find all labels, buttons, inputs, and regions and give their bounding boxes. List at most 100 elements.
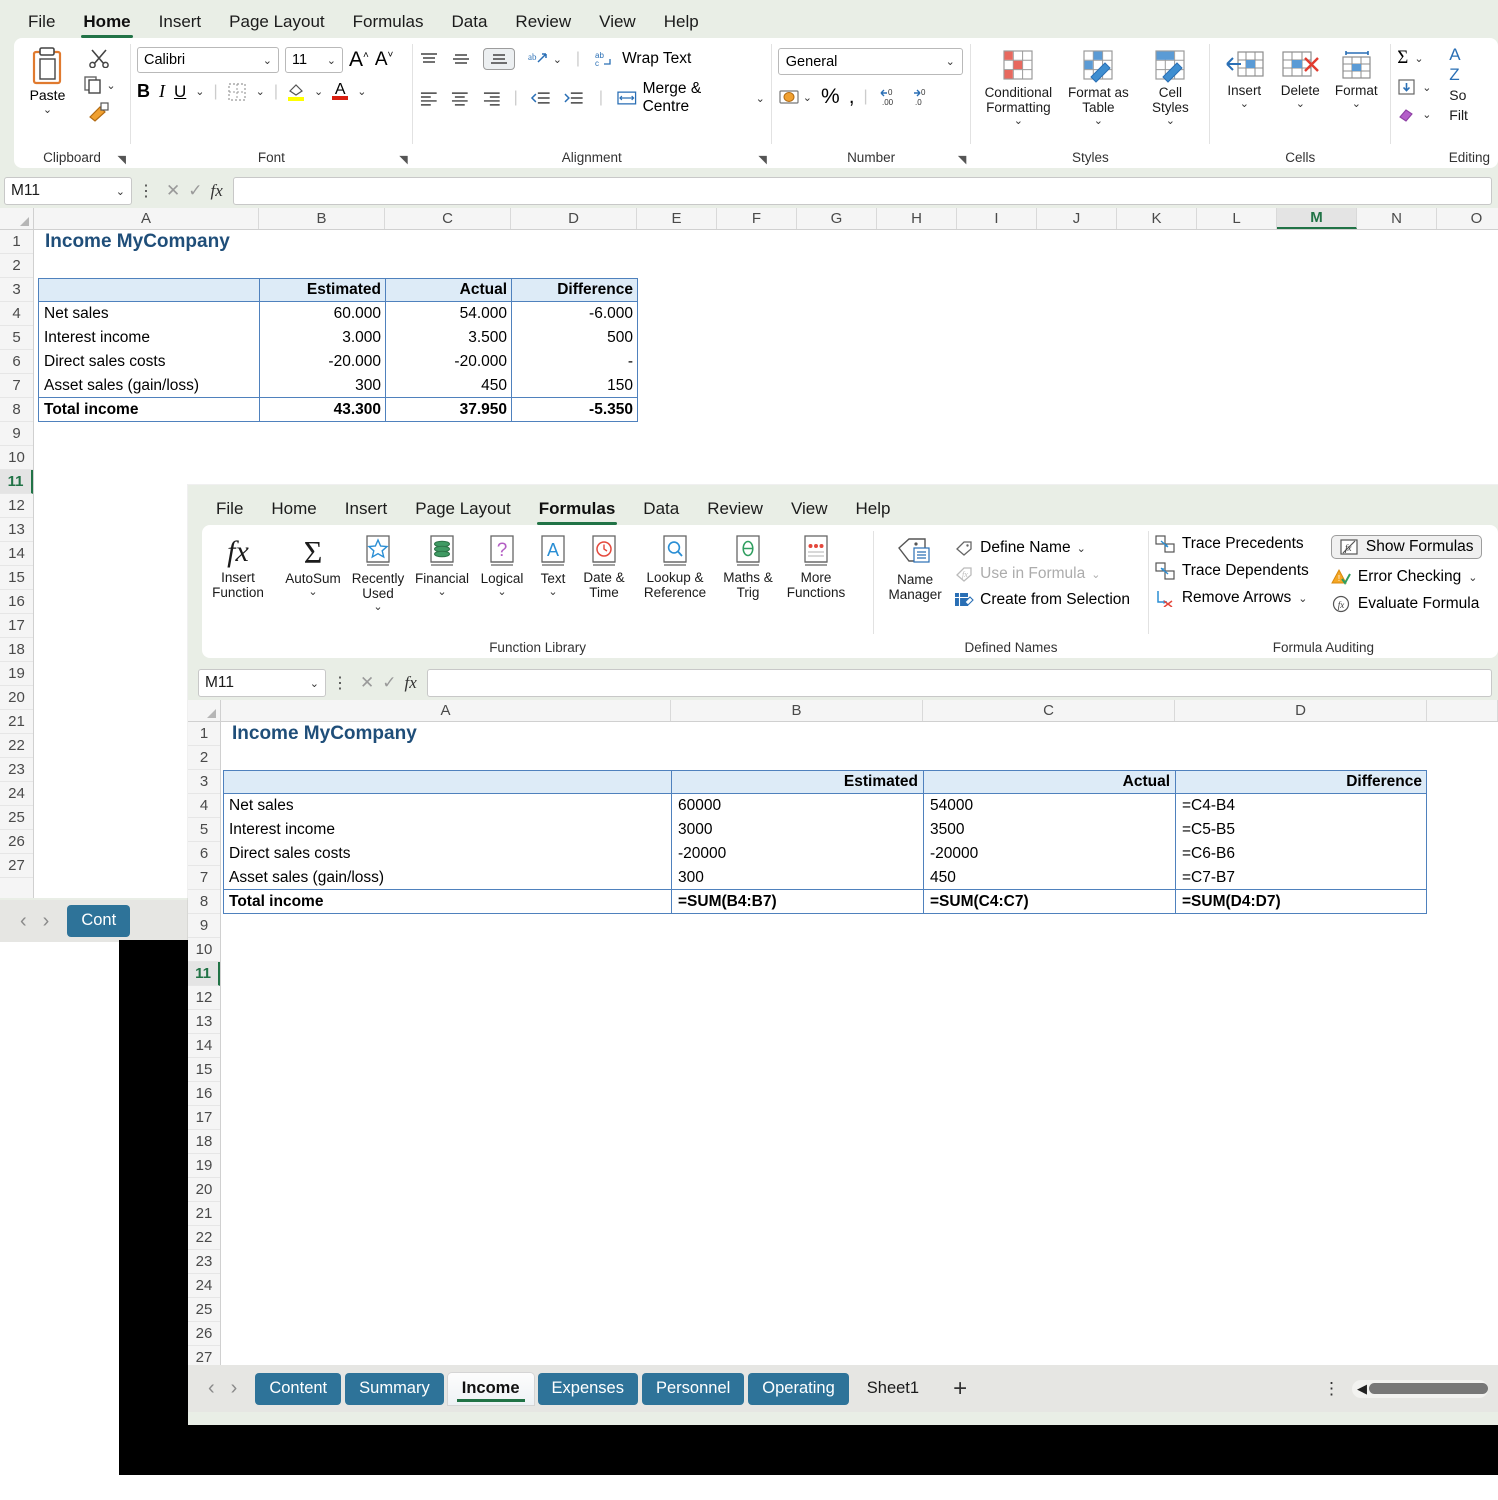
cell-C6[interactable]: -20.000 <box>386 350 512 374</box>
tab2-insert[interactable]: Insert <box>331 494 402 525</box>
sheet-tab-summary[interactable]: Summary <box>345 1372 444 1405</box>
formula-bar-more-icon[interactable]: ⋮ <box>136 181 156 201</box>
row-header-21[interactable]: 21 <box>188 1202 220 1226</box>
underline-button[interactable]: U <box>174 82 186 102</box>
formula-input-1[interactable] <box>232 177 1492 205</box>
tab2-home[interactable]: Home <box>257 494 330 525</box>
row-header-1[interactable]: 1 <box>188 722 220 746</box>
merge-chevron-down-icon[interactable]: ⌄ <box>756 92 765 105</box>
trace-dependents-button[interactable]: Trace Dependents <box>1155 562 1327 580</box>
col-header-N[interactable]: N <box>1357 208 1437 229</box>
wrap-text-button[interactable]: ab c Wrap Text <box>594 50 691 68</box>
shrink-font-icon[interactable]: A˅ <box>375 49 394 71</box>
row-header-16[interactable]: 16 <box>0 590 33 614</box>
chevron-down-icon[interactable]: ⌄ <box>946 55 955 68</box>
cell-B4[interactable]: 60.000 <box>260 302 386 326</box>
col-header-E[interactable]: E <box>637 208 717 229</box>
define-name-chevron-down-icon[interactable]: ⌄ <box>1077 542 1086 555</box>
insert-chevron-down-icon[interactable]: ⌄ <box>1240 98 1249 110</box>
horizontal-scrollbar[interactable]: ◀ <box>1352 1379 1488 1398</box>
tab2-file[interactable]: File <box>202 494 257 525</box>
percent-icon[interactable]: % <box>821 85 840 109</box>
cell-D3[interactable]: Difference <box>512 278 638 302</box>
col-header-F[interactable]: F <box>717 208 797 229</box>
row-header-2[interactable]: 2 <box>0 254 33 278</box>
cut-icon[interactable] <box>88 48 110 68</box>
cell-A6[interactable]: Direct sales costs <box>39 350 260 374</box>
name-box-1[interactable]: M11 ⌄ <box>4 177 132 205</box>
row-header-26[interactable]: 26 <box>0 830 33 854</box>
col-header-I[interactable]: I <box>957 208 1037 229</box>
cell-A1[interactable]: Income MyCompany <box>40 230 360 254</box>
tab2-help[interactable]: Help <box>842 494 905 525</box>
row-header-16[interactable]: 16 <box>188 1082 220 1106</box>
row-header-19[interactable]: 19 <box>188 1154 220 1178</box>
cell2-B3[interactable]: Estimated <box>671 770 923 794</box>
cell-C7[interactable]: 450 <box>386 374 512 398</box>
orientation-icon[interactable]: ab ⌄ <box>527 50 562 68</box>
align-bottom-icon[interactable] <box>482 48 515 70</box>
cell2-A4[interactable]: Net sales <box>224 794 671 818</box>
number-dialog-launcher-icon[interactable]: ◥ <box>958 153 966 166</box>
row-header-5[interactable]: 5 <box>188 818 220 842</box>
tab-overflow-icon[interactable]: ⋮ <box>1323 1379 1348 1399</box>
borders-chevron-down-icon[interactable]: ⌄ <box>256 85 265 98</box>
font-size-combobox[interactable]: 11 ⌄ <box>284 47 343 73</box>
delete-cells-button[interactable]: Delete ⌄ <box>1272 45 1328 114</box>
cancel-icon[interactable]: ✕ <box>166 181 180 201</box>
align-right-icon[interactable] <box>482 90 502 106</box>
define-name-button[interactable]: Define Name ⌄ <box>954 539 1130 557</box>
chevron-down-icon[interactable]: ⌄ <box>263 54 272 67</box>
row-header-24[interactable]: 24 <box>188 1274 220 1298</box>
text-button[interactable]: A Text ⌄ <box>531 531 575 602</box>
tab2-formulas[interactable]: Formulas <box>525 494 630 525</box>
autosum-chevron-down-icon[interactable]: ⌄ <box>308 586 317 598</box>
row-header-14[interactable]: 14 <box>0 542 33 566</box>
cell2-B5[interactable]: 3000 <box>673 818 923 842</box>
sheet-tab-income[interactable]: Income <box>447 1372 534 1405</box>
col2-header-A[interactable]: A <box>221 700 671 721</box>
recently-used-button[interactable]: Recently Used ⌄ <box>345 531 411 618</box>
row-header-1[interactable]: 1 <box>0 230 33 254</box>
financial-chevron-down-icon[interactable]: ⌄ <box>437 586 446 598</box>
sheet-tab-personnel[interactable]: Personnel <box>641 1372 745 1405</box>
conditional-formatting-chevron-down-icon[interactable]: ⌄ <box>1014 115 1023 127</box>
remove-arrows-button[interactable]: Remove Arrows ⌄ <box>1155 589 1327 607</box>
format-as-table-chevron-down-icon[interactable]: ⌄ <box>1094 115 1103 127</box>
row-header-15[interactable]: 15 <box>188 1058 220 1082</box>
sheet-nav-arrows-1[interactable]: ‹ › <box>6 910 63 933</box>
font-name-combobox[interactable]: Calibri ⌄ <box>136 47 279 73</box>
row-header-21[interactable]: 21 <box>0 710 33 734</box>
font-color-icon[interactable]: A <box>332 82 349 100</box>
row-header-18[interactable]: 18 <box>0 638 33 662</box>
tab-help[interactable]: Help <box>650 7 713 38</box>
format-chevron-down-icon[interactable]: ⌄ <box>1352 98 1361 110</box>
tab2-review[interactable]: Review <box>693 494 777 525</box>
cell2-B8[interactable]: =SUM(B4:B7) <box>673 890 923 914</box>
tab-review[interactable]: Review <box>501 7 585 38</box>
cell-B5[interactable]: 3.000 <box>260 326 386 350</box>
fill-button[interactable]: ⌄ <box>1397 78 1443 96</box>
cell-D5[interactable]: 500 <box>512 326 638 350</box>
cell-C3[interactable]: Actual <box>386 278 512 302</box>
row-header-17[interactable]: 17 <box>0 614 33 638</box>
sheet-next-icon[interactable]: › <box>231 1377 238 1400</box>
cell2-D4[interactable]: =C4-B4 <box>1177 794 1427 818</box>
row-header-23[interactable]: 23 <box>188 1250 220 1274</box>
select-all-corner-2[interactable] <box>188 700 221 721</box>
row-header-9[interactable]: 9 <box>0 422 33 446</box>
use-in-formula-button[interactable]: fx Use in Formula ⌄ <box>954 565 1130 583</box>
sheet-tab-content-1[interactable]: Cont <box>67 905 131 937</box>
sheet-tab-sheet1[interactable]: Sheet1 <box>853 1373 933 1405</box>
row-header-3[interactable]: 3 <box>188 770 220 794</box>
sort-label[interactable]: So <box>1449 87 1468 103</box>
align-center-icon[interactable] <box>450 90 470 106</box>
clipboard-dialog-launcher-icon[interactable]: ◥ <box>118 153 126 166</box>
cell2-D7[interactable]: =C7-B7 <box>1177 866 1427 890</box>
cell2-C4[interactable]: 54000 <box>925 794 1175 818</box>
trace-precedents-button[interactable]: Trace Precedents <box>1155 535 1327 553</box>
tab-page-layout[interactable]: Page Layout <box>215 7 338 38</box>
date-time-button[interactable]: Date & Time <box>575 531 633 605</box>
tab-insert[interactable]: Insert <box>145 7 216 38</box>
font-dialog-launcher-icon[interactable]: ◥ <box>399 153 407 166</box>
